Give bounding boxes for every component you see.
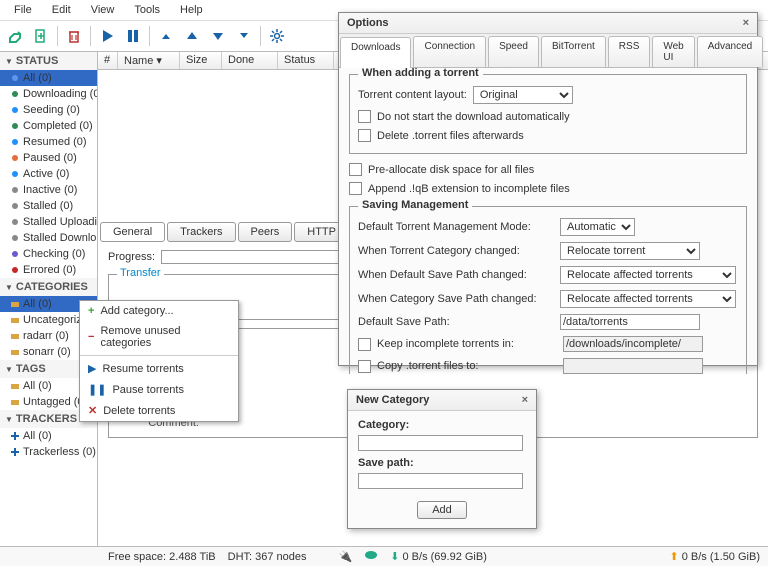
savepath-input[interactable]	[358, 473, 523, 489]
ctx-resume[interactable]: ▶Resume torrents	[80, 358, 238, 379]
copy-torrent-checkbox[interactable]	[358, 360, 371, 373]
col-name[interactable]: Name ▾	[118, 52, 180, 69]
content-layout-select[interactable]: Original	[473, 86, 573, 104]
opt-tab-advanced[interactable]: Advanced	[697, 36, 763, 67]
opt-tab-rss[interactable]: RSS	[608, 36, 651, 67]
delete-torrent-checkbox[interactable]	[358, 129, 371, 142]
options-dialog: Options × Downloads Connection Speed BitT…	[338, 12, 758, 366]
new-category-dialog: New Category × Category: Save path: Add	[347, 389, 537, 529]
status-header[interactable]: STATUS	[0, 52, 97, 70]
ctx-delete[interactable]: ✕Delete torrents	[80, 400, 238, 421]
add-link-button[interactable]	[3, 24, 27, 48]
opt-tab-downloads[interactable]: Downloads	[340, 37, 411, 68]
col-done[interactable]: Done	[222, 52, 278, 69]
savepath-label: Save path:	[358, 457, 526, 469]
sidebar-item[interactable]: Trackerless (0)	[0, 444, 97, 460]
append-ext-checkbox[interactable]	[349, 182, 362, 195]
sidebar: STATUS All (0)Downloading (0)Seeding (0)…	[0, 52, 98, 546]
sidebar-item[interactable]: Active (0)	[0, 166, 97, 182]
ctx-add-category[interactable]: +Add category...	[80, 301, 238, 321]
add-file-button[interactable]	[29, 24, 53, 48]
sidebar-item[interactable]: Seeding (0)	[0, 102, 97, 118]
categories-header[interactable]: CATEGORIES	[0, 278, 97, 296]
sidebar-item[interactable]: Checking (0)	[0, 246, 97, 262]
minus-icon: −	[88, 331, 94, 343]
globe-icon[interactable]	[364, 550, 378, 563]
keep-incomplete-checkbox[interactable]	[358, 338, 371, 351]
mgmt-mode-select[interactable]: Automatic	[560, 218, 635, 236]
save-changed-select[interactable]: Relocate affected torrents	[560, 266, 736, 284]
opt-tab-speed[interactable]: Speed	[488, 36, 539, 67]
sidebar-item[interactable]: Stalled (0)	[0, 198, 97, 214]
prealloc-checkbox[interactable]	[349, 163, 362, 176]
incomplete-path-input[interactable]	[563, 336, 703, 352]
menu-help[interactable]: Help	[170, 2, 213, 18]
sidebar-item[interactable]: Errored (0)	[0, 262, 97, 278]
delete-button[interactable]	[62, 24, 86, 48]
tab-peers[interactable]: Peers	[238, 222, 293, 242]
pause-button[interactable]	[121, 24, 145, 48]
move-bottom-button[interactable]	[232, 24, 256, 48]
dht-nodes: DHT: 367 nodes	[228, 551, 307, 563]
menu-tools[interactable]: Tools	[124, 2, 170, 18]
col-size[interactable]: Size	[180, 52, 222, 69]
sidebar-item[interactable]: Stalled Uploadi...	[0, 214, 97, 230]
tab-trackers[interactable]: Trackers	[167, 222, 235, 242]
sidebar-item[interactable]: All (0)	[0, 70, 97, 86]
plug-icon[interactable]: 🔌	[339, 550, 353, 563]
plus-icon: +	[88, 305, 94, 317]
category-label: Category:	[358, 419, 526, 431]
status-bar: Free space: 2.488 TiB DHT: 367 nodes 🔌 ⬇…	[0, 546, 768, 566]
sidebar-item[interactable]: Inactive (0)	[0, 182, 97, 198]
move-down-button[interactable]	[206, 24, 230, 48]
menu-edit[interactable]: Edit	[42, 2, 81, 18]
sidebar-item[interactable]: Resumed (0)	[0, 134, 97, 150]
category-input[interactable]	[358, 435, 523, 451]
x-icon: ✕	[88, 404, 97, 417]
free-space: Free space: 2.488 TiB	[108, 551, 216, 563]
no-autostart-checkbox[interactable]	[358, 110, 371, 123]
sidebar-item[interactable]: Paused (0)	[0, 150, 97, 166]
cat-changed-select[interactable]: Relocate torrent	[560, 242, 700, 260]
opt-tab-webui[interactable]: Web UI	[652, 36, 694, 67]
download-speed: ⬇ 0 B/s (69.92 GiB)	[390, 550, 487, 563]
newcat-title: New Category	[356, 394, 429, 406]
sidebar-item[interactable]: All (0)	[0, 428, 97, 444]
category-context-menu: +Add category... −Remove unused categori…	[79, 300, 239, 422]
sidebar-item[interactable]: Completed (0)	[0, 118, 97, 134]
ctx-remove-unused[interactable]: −Remove unused categories	[80, 321, 238, 353]
progress-label: Progress:	[108, 251, 155, 263]
pause-icon: ❚❚	[88, 383, 106, 396]
menu-file[interactable]: File	[4, 2, 42, 18]
catsave-changed-select[interactable]: Relocate affected torrents	[560, 290, 736, 308]
options-title: Options	[347, 17, 389, 29]
ctx-pause[interactable]: ❚❚Pause torrents	[80, 379, 238, 400]
close-icon[interactable]: ×	[522, 394, 528, 406]
menu-view[interactable]: View	[81, 2, 125, 18]
upload-speed: ⬆ 0 B/s (1.50 GiB)	[669, 550, 760, 563]
add-button[interactable]: Add	[417, 501, 467, 519]
tab-general[interactable]: General	[100, 222, 165, 242]
move-top-button[interactable]	[154, 24, 178, 48]
play-icon: ▶	[88, 362, 96, 375]
col-num[interactable]: #	[98, 52, 118, 69]
opt-tab-bittorrent[interactable]: BitTorrent	[541, 36, 606, 67]
resume-button[interactable]	[95, 24, 119, 48]
saving-mgmt-fieldset: Saving Management Default Torrent Manage…	[349, 206, 747, 374]
sidebar-item[interactable]: Downloading (0)	[0, 86, 97, 102]
sidebar-item[interactable]: Stalled Downlo...	[0, 230, 97, 246]
move-up-button[interactable]	[180, 24, 204, 48]
default-save-path-input[interactable]	[560, 314, 700, 330]
close-icon[interactable]: ×	[743, 17, 749, 29]
adding-torrent-fieldset: When adding a torrent Torrent content la…	[349, 74, 747, 154]
col-status[interactable]: Status	[278, 52, 334, 69]
copy-torrent-path-input[interactable]	[563, 358, 703, 374]
opt-tab-connection[interactable]: Connection	[413, 36, 486, 67]
settings-button[interactable]	[265, 24, 289, 48]
